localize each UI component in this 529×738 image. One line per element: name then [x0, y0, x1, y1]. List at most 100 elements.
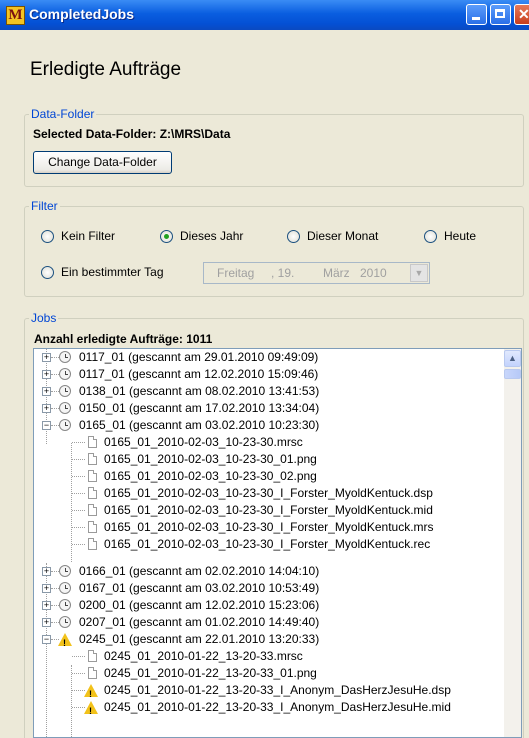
maximize-button[interactable]	[490, 4, 511, 25]
radio-kein-filter[interactable]: Kein Filter	[41, 229, 115, 243]
clock-icon	[59, 419, 71, 431]
chevron-down-icon[interactable]: ▼	[410, 264, 428, 282]
date-year: 2010	[360, 266, 387, 280]
data-folder-legend: Data-Folder	[31, 107, 95, 121]
tree-child-file[interactable]: 0165_01_2010-02-03_10-23-30_I_Forster_My…	[34, 502, 504, 519]
tree-child-file[interactable]: 0245_01_2010-01-22_13-20-33_01.png	[34, 665, 504, 682]
file-label: 0165_01_2010-02-03_10-23-30_01.png	[104, 452, 317, 466]
tree-node[interactable]: + 0138_01 (gescannt am 08.02.2010 13:41:…	[34, 383, 504, 400]
document-icon	[88, 504, 97, 516]
radio-circle-icon	[287, 229, 300, 243]
node-label: 0150_01 (gescannt am 17.02.2010 13:34:04…	[79, 401, 320, 415]
radio-label: Dieser Monat	[307, 229, 379, 243]
tree-node[interactable]: + 0167_01 (gescannt am 03.02.2010 10:53:…	[34, 580, 504, 597]
collapse-icon[interactable]: −	[42, 421, 51, 430]
title-bar[interactable]: M CompletedJobs	[0, 0, 529, 30]
warning-icon	[58, 633, 72, 652]
completed-jobs-window: M CompletedJobs Erledigte Aufträge Data-…	[0, 0, 529, 738]
expand-icon[interactable]: +	[42, 370, 51, 379]
expand-icon[interactable]: +	[42, 404, 51, 413]
tree-child-file[interactable]: 0245_01_2010-01-22_13-20-33_I_Anonym_Das…	[34, 699, 504, 720]
radio-heute[interactable]: Heute	[424, 229, 476, 243]
node-label: 0245_01 (gescannt am 22.01.2010 13:20:33…	[79, 632, 320, 646]
tree-child-file[interactable]: 0165_01_2010-02-03_10-23-30_I_Forster_My…	[34, 536, 504, 553]
radio-dieses-jahr[interactable]: Dieses Jahr	[160, 229, 243, 243]
tree-child-file[interactable]: 0165_01_2010-02-03_10-23-30_I_Forster_My…	[34, 485, 504, 502]
expand-icon[interactable]: +	[42, 584, 51, 593]
tree-child-file[interactable]: 0165_01_2010-02-03_10-23-30_01.png	[34, 451, 504, 468]
file-label: 0165_01_2010-02-03_10-23-30_02.png	[104, 469, 317, 483]
file-label: 0165_01_2010-02-03_10-23-30_I_Forster_My…	[104, 537, 431, 551]
tree-node[interactable]: + 0117_01 (gescannt am 29.01.2010 09:49:…	[34, 349, 504, 366]
radio-selected-icon	[160, 229, 173, 243]
clock-icon	[59, 385, 71, 397]
radio-bestimmter-tag[interactable]: Ein bestimmter Tag	[41, 265, 164, 279]
date-day: , 19.	[271, 266, 295, 280]
clock-icon	[59, 402, 71, 414]
tree-node[interactable]: − 0165_01 (gescannt am 03.02.2010 10:23:…	[34, 417, 504, 434]
tree-node[interactable]: + 0117_01 (gescannt am 12.02.2010 15:09:…	[34, 366, 504, 383]
radio-label: Kein Filter	[61, 229, 116, 243]
date-weekday: Freitag	[217, 266, 255, 280]
document-icon	[88, 650, 97, 662]
change-data-folder-button[interactable]: Change Data-Folder	[33, 151, 172, 174]
node-label: 0165_01 (gescannt am 03.02.2010 10:23:30…	[79, 418, 320, 432]
date-month: März	[323, 266, 350, 280]
tree-node[interactable]: + 0150_01 (gescannt am 17.02.2010 13:34:…	[34, 400, 504, 417]
tree-child-file[interactable]: 0165_01_2010-02-03_10-23-30.mrsc	[34, 434, 504, 451]
document-icon	[88, 436, 97, 448]
tree-node[interactable]: + 0207_01 (gescannt am 01.02.2010 14:49:…	[34, 614, 504, 631]
node-label: 0117_01 (gescannt am 29.01.2010 09:49:09…	[79, 350, 319, 364]
scrollbar-thumb[interactable]	[504, 369, 521, 379]
expand-icon[interactable]: +	[42, 567, 51, 576]
jobs-count-label: Anzahl erledigte Aufträge: 1011	[34, 332, 213, 346]
date-picker[interactable]: Freitag , 19. März 2010 ▼	[203, 262, 430, 284]
app-icon: M	[6, 6, 25, 25]
close-button[interactable]	[514, 4, 529, 25]
file-label: 0165_01_2010-02-03_10-23-30_I_Forster_My…	[104, 503, 433, 517]
expand-icon[interactable]: +	[42, 387, 51, 396]
clock-icon	[59, 351, 71, 363]
file-label: 0245_01_2010-01-22_13-20-33_I_Anonym_Das…	[104, 700, 451, 714]
document-icon	[88, 470, 97, 482]
file-label: 0165_01_2010-02-03_10-23-30_I_Forster_My…	[104, 486, 433, 500]
tree-node[interactable]: − 0245_01 (gescannt am 22.01.2010 13:20:…	[34, 631, 504, 652]
filter-legend: Filter	[31, 199, 58, 213]
document-icon	[88, 453, 97, 465]
document-icon	[88, 538, 97, 550]
jobs-tree[interactable]: + 0117_01 (gescannt am 29.01.2010 09:49:…	[33, 348, 522, 738]
selected-data-folder-label: Selected Data-Folder: Z:\MRS\Data	[33, 127, 231, 141]
document-icon	[88, 667, 97, 679]
tree-child-file[interactable]: 0165_01_2010-02-03_10-23-30_02.png	[34, 468, 504, 485]
page-title: Erledigte Aufträge	[30, 59, 182, 80]
file-label: 0245_01_2010-01-22_13-20-33.mrsc	[104, 649, 303, 663]
clock-icon	[59, 599, 71, 611]
expand-icon[interactable]: +	[42, 353, 51, 362]
tree-child-file[interactable]: 0165_01_2010-02-03_10-23-30_I_Forster_My…	[34, 519, 504, 536]
tree-child-file[interactable]: 0245_01_2010-01-22_13-20-33_I_Anonym_Das…	[34, 682, 504, 703]
minimize-button[interactable]	[466, 4, 487, 25]
radio-circle-icon	[424, 229, 437, 243]
jobs-legend: Jobs	[31, 311, 57, 325]
data-folder-group: Data-Folder	[24, 107, 524, 187]
radio-label: Heute	[444, 229, 477, 243]
file-label: 0245_01_2010-01-22_13-20-33_I_Anonym_Das…	[104, 683, 451, 697]
node-label: 0138_01 (gescannt am 08.02.2010 13:41:53…	[79, 384, 320, 398]
vertical-scrollbar[interactable]: ▲	[504, 349, 521, 737]
radio-dieser-monat[interactable]: Dieser Monat	[287, 229, 378, 243]
warning-icon	[84, 701, 98, 720]
expand-icon[interactable]: +	[42, 601, 51, 610]
scroll-up-arrow-icon[interactable]: ▲	[504, 350, 521, 367]
document-icon	[88, 487, 97, 499]
window-title: CompletedJobs	[29, 6, 135, 22]
tree-node[interactable]: + 0166_01 (gescannt am 02.02.2010 14:04:…	[34, 563, 504, 580]
radio-label: Ein bestimmter Tag	[61, 265, 164, 279]
collapse-icon[interactable]: −	[42, 635, 51, 644]
tree-node[interactable]: + 0200_01 (gescannt am 12.02.2010 15:23:…	[34, 597, 504, 614]
file-label: 0165_01_2010-02-03_10-23-30.mrsc	[104, 435, 303, 449]
tree-child-file[interactable]: 0245_01_2010-01-22_13-20-33.mrsc	[34, 648, 504, 665]
expand-icon[interactable]: +	[42, 618, 51, 627]
radio-circle-icon	[41, 229, 54, 243]
file-label: 0245_01_2010-01-22_13-20-33_01.png	[104, 666, 317, 680]
node-label: 0200_01 (gescannt am 12.02.2010 15:23:06…	[79, 598, 320, 612]
